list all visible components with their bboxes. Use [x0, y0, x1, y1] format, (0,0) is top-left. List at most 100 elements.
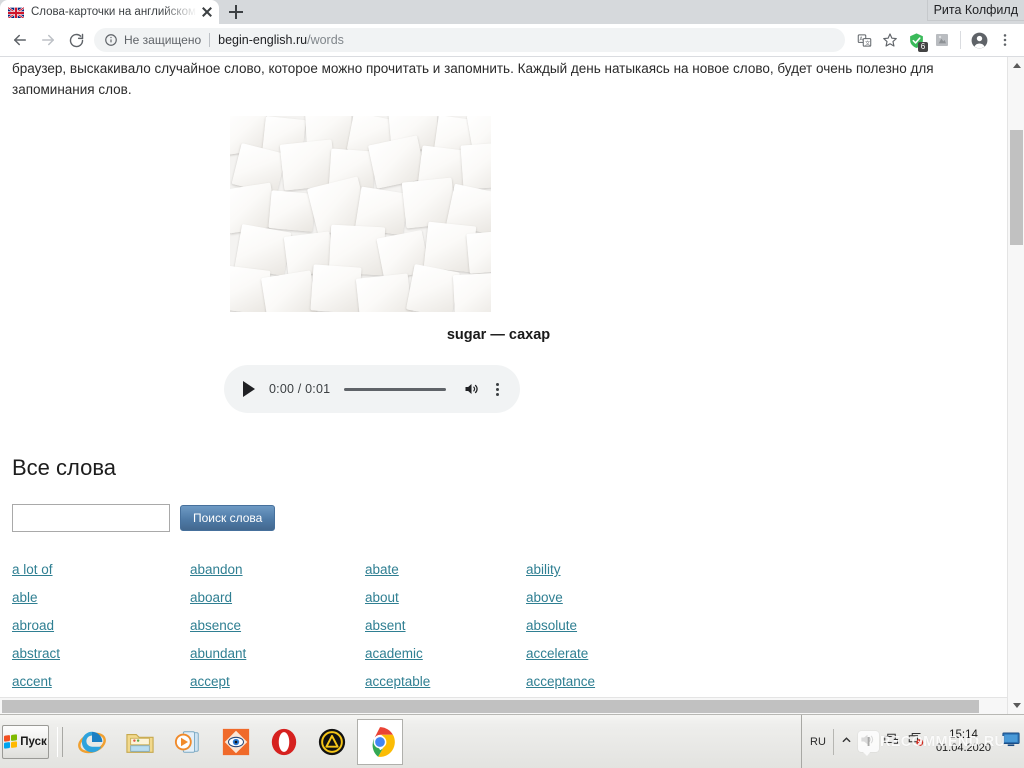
- image-container: [12, 116, 995, 312]
- word-link[interactable]: absent: [365, 612, 526, 640]
- word-link[interactable]: abundant: [190, 640, 365, 668]
- svg-text:文: 文: [865, 39, 870, 46]
- opera-browser-icon[interactable]: [261, 719, 307, 765]
- security-status-text: Не защищено: [124, 33, 202, 47]
- intro-clipped-line: Вы можете поставить страницу случайное с…: [12, 57, 995, 58]
- address-bar[interactable]: Не защищено begin-english.ru/words: [94, 28, 845, 52]
- auslogics-icon[interactable]: [309, 719, 355, 765]
- extension-badge-count: 6: [918, 42, 928, 52]
- volume-icon[interactable]: [460, 378, 482, 400]
- word-column-4: ability above absolute accelerate accept…: [526, 556, 704, 714]
- extension-toolbar: A 文 6: [851, 27, 1018, 53]
- browser-tab[interactable]: Слова-карточки на английском с о: [0, 0, 219, 24]
- word-link[interactable]: academic: [365, 640, 526, 668]
- word-link[interactable]: absence: [190, 612, 365, 640]
- windows-logo-icon: [4, 734, 18, 749]
- word-column-1: a lot of able abroad abstract accent acc…: [12, 556, 190, 714]
- start-button[interactable]: Пуск: [2, 724, 49, 759]
- profile-avatar[interactable]: [966, 27, 992, 53]
- image-caption: sugar — сахар: [446, 327, 551, 343]
- word-link[interactable]: abroad: [12, 612, 190, 640]
- word-link[interactable]: aboard: [190, 584, 365, 612]
- word-link[interactable]: acceptance: [526, 668, 704, 696]
- internet-explorer-icon[interactable]: [69, 719, 115, 765]
- info-circle-icon[interactable]: [104, 33, 118, 47]
- profile-name-chip[interactable]: Рита Колфилд: [926, 0, 1024, 21]
- search-button[interactable]: Поиск слова: [180, 505, 276, 531]
- translate-icon[interactable]: A 文: [851, 27, 877, 53]
- word-link[interactable]: absolute: [526, 612, 704, 640]
- tab-strip: Слова-карточки на английском с о Рита Ко…: [0, 0, 1024, 24]
- clock[interactable]: 15:14 01.04.2020: [932, 729, 995, 755]
- tray-divider: [832, 728, 834, 755]
- play-icon[interactable]: [238, 378, 260, 400]
- word-list: a lot of able abroad abstract accent acc…: [12, 556, 995, 714]
- media-player-icon[interactable]: [165, 719, 211, 765]
- url-path: /words: [307, 33, 344, 47]
- horizontal-scrollbar[interactable]: [0, 697, 1024, 714]
- word-link[interactable]: above: [526, 584, 704, 612]
- speaker-icon[interactable]: [859, 732, 876, 752]
- google-chrome-icon[interactable]: [357, 718, 403, 765]
- page-viewport: Вы можете поставить страницу случайное с…: [0, 57, 1024, 714]
- word-column-2: abandon aboard absence abundant accept a…: [190, 556, 365, 714]
- chevron-up-icon[interactable]: [841, 733, 852, 751]
- extension-icon[interactable]: [929, 27, 955, 53]
- word-link[interactable]: accept: [190, 668, 365, 696]
- taskbar-grip[interactable]: [57, 726, 63, 757]
- show-desktop-icon[interactable]: [1002, 732, 1020, 752]
- page-title: Все слова: [12, 455, 117, 480]
- back-icon[interactable]: [6, 26, 34, 54]
- word-link[interactable]: accelerate: [526, 640, 704, 668]
- url-host: begin-english.ru: [218, 33, 308, 47]
- file-explorer-icon[interactable]: [117, 719, 163, 765]
- network-disconnected-icon[interactable]: [907, 732, 925, 752]
- tab-title: Слова-карточки на английском с о: [31, 6, 197, 18]
- search-input[interactable]: [12, 504, 170, 532]
- intro-clipped-text: Вы можете поставить страницу случайное с…: [12, 57, 699, 58]
- language-indicator[interactable]: RU: [810, 736, 826, 748]
- intro-body-text: браузер, выскакивало случайное слово, ко…: [12, 61, 934, 97]
- word-link[interactable]: about: [365, 584, 526, 612]
- close-icon[interactable]: [199, 4, 215, 20]
- horizontal-scrollbar-thumb[interactable]: [2, 700, 979, 713]
- search-row: Поиск слова: [12, 504, 995, 532]
- vertical-scrollbar[interactable]: [1007, 57, 1024, 714]
- word-link[interactable]: accent: [12, 668, 190, 696]
- word-link[interactable]: a lot of: [12, 556, 190, 584]
- audio-player[interactable]: 0:00 / 0:01: [224, 365, 520, 413]
- audio-progress-bar[interactable]: [344, 387, 446, 391]
- sugar-cubes-photo: [230, 116, 491, 312]
- start-button-label: Пуск: [20, 735, 47, 748]
- scroll-up-icon[interactable]: [1008, 57, 1024, 74]
- word-link[interactable]: able: [12, 584, 190, 612]
- forward-icon[interactable]: [34, 26, 62, 54]
- screen: Слова-карточки на английском с о Рита Ко…: [0, 0, 1024, 768]
- intro-paragraph: Вы можете поставить страницу случайное с…: [12, 57, 995, 100]
- omnibox-divider: [209, 33, 211, 47]
- clock-date: 01.04.2020: [935, 741, 991, 754]
- word-link[interactable]: acceptable: [365, 668, 526, 696]
- chrome-menu-icon[interactable]: [992, 27, 1018, 53]
- system-tray: RU 15:14 01.04.2020: [801, 714, 1024, 768]
- word-link[interactable]: abandon: [190, 556, 365, 584]
- shield-adblock-icon[interactable]: 6: [903, 27, 929, 53]
- clock-time: 15:14: [949, 728, 978, 741]
- union-jack-flag-icon: [8, 6, 24, 18]
- audio-time: 0:00 / 0:01: [269, 382, 331, 396]
- more-options-icon[interactable]: [488, 378, 506, 400]
- word-link[interactable]: ability: [526, 556, 704, 584]
- device-icon[interactable]: [883, 732, 900, 752]
- bookmark-star-icon[interactable]: [877, 27, 903, 53]
- browser-toolbar: Не защищено begin-english.ru/words A 文 6: [0, 24, 1024, 57]
- word-link[interactable]: abstract: [12, 640, 190, 668]
- word-column-3: abate about absent academic acceptable a…: [365, 556, 526, 714]
- vertical-scrollbar-thumb[interactable]: [1010, 130, 1023, 245]
- word-link[interactable]: abate: [365, 556, 526, 584]
- faststone-viewer-icon[interactable]: [213, 719, 259, 765]
- quick-launch-bar: [69, 718, 403, 765]
- reload-icon[interactable]: [62, 26, 90, 54]
- scroll-down-icon[interactable]: [1008, 697, 1024, 714]
- new-tab-button[interactable]: [219, 0, 253, 24]
- windows-taskbar: Пуск RU 15:14 01.04.2020 I RECOMMEND.RU: [0, 714, 1024, 768]
